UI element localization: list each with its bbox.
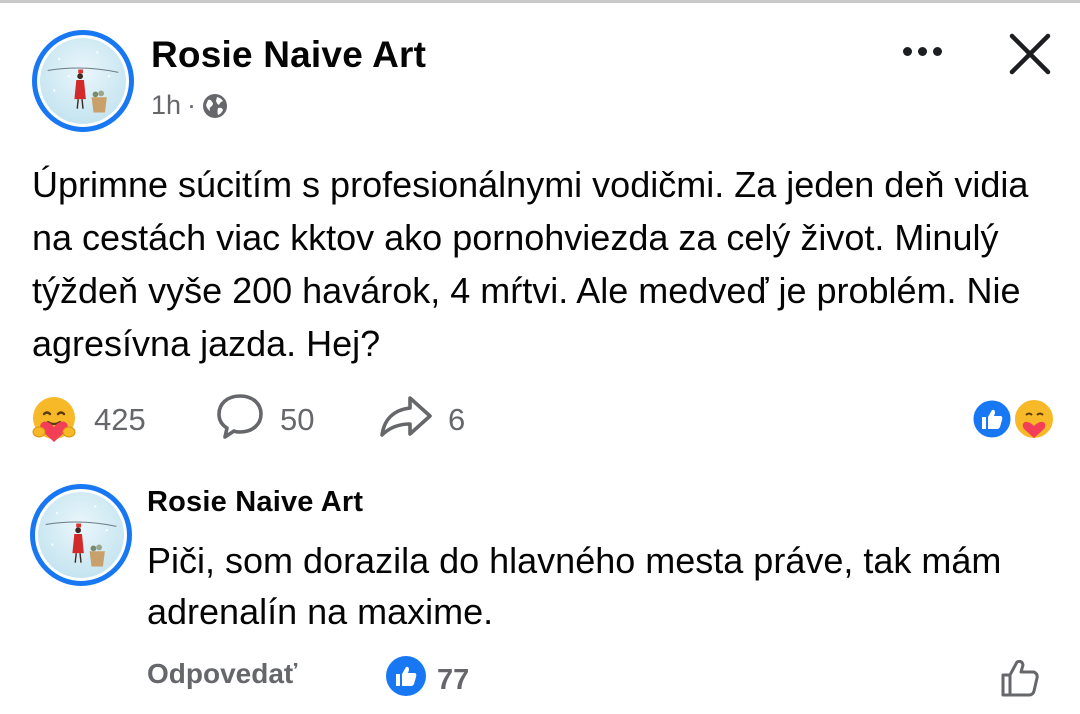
post-author-avatar[interactable] bbox=[32, 30, 134, 132]
more-dot bbox=[932, 46, 942, 56]
like-reaction-icon bbox=[385, 655, 427, 705]
comment-icon bbox=[214, 391, 266, 449]
share-icon bbox=[378, 393, 434, 447]
meta-separator: · bbox=[187, 90, 197, 120]
post-time[interactable]: 1h bbox=[151, 90, 181, 121]
thumbs-up-icon[interactable] bbox=[998, 656, 1042, 700]
comment-reactions[interactable]: 77 bbox=[385, 655, 469, 705]
comment-button[interactable]: 50 bbox=[214, 394, 315, 445]
more-dot bbox=[902, 46, 912, 56]
more-options-button[interactable] bbox=[894, 36, 950, 66]
avatar-artwork bbox=[38, 492, 124, 578]
share-button[interactable]: 6 bbox=[378, 395, 465, 445]
care-reaction-icon bbox=[28, 394, 80, 446]
comment-body-text: Piči, som dorazila do hlavného mesta prá… bbox=[147, 540, 1002, 632]
top-divider bbox=[0, 0, 1080, 3]
reaction-summary[interactable] bbox=[968, 396, 1056, 442]
comment-count: 50 bbox=[280, 402, 315, 437]
avatar-artwork bbox=[40, 38, 126, 124]
reaction-count: 425 bbox=[94, 402, 146, 437]
close-icon[interactable] bbox=[1004, 28, 1056, 80]
post-meta: 1h · bbox=[151, 90, 228, 121]
post-body-text: Úprimne súcitím s profesionálnymi vodičm… bbox=[32, 164, 1029, 364]
comment-author-name[interactable]: Rosie Naive Art bbox=[147, 486, 363, 519]
share-count: 6 bbox=[448, 402, 466, 437]
globe-icon bbox=[202, 93, 228, 119]
reply-button[interactable]: Odpovedať bbox=[147, 658, 297, 690]
more-dot bbox=[917, 46, 927, 56]
comment-like-count: 77 bbox=[437, 663, 470, 696]
post-screen: Rosie Naive Art 1h · Úprimne súcitím s p… bbox=[0, 0, 1080, 714]
post-author-name[interactable]: Rosie Naive Art bbox=[151, 34, 426, 76]
reaction-button[interactable]: 425 bbox=[28, 395, 146, 445]
comment-author-avatar[interactable] bbox=[30, 484, 132, 586]
